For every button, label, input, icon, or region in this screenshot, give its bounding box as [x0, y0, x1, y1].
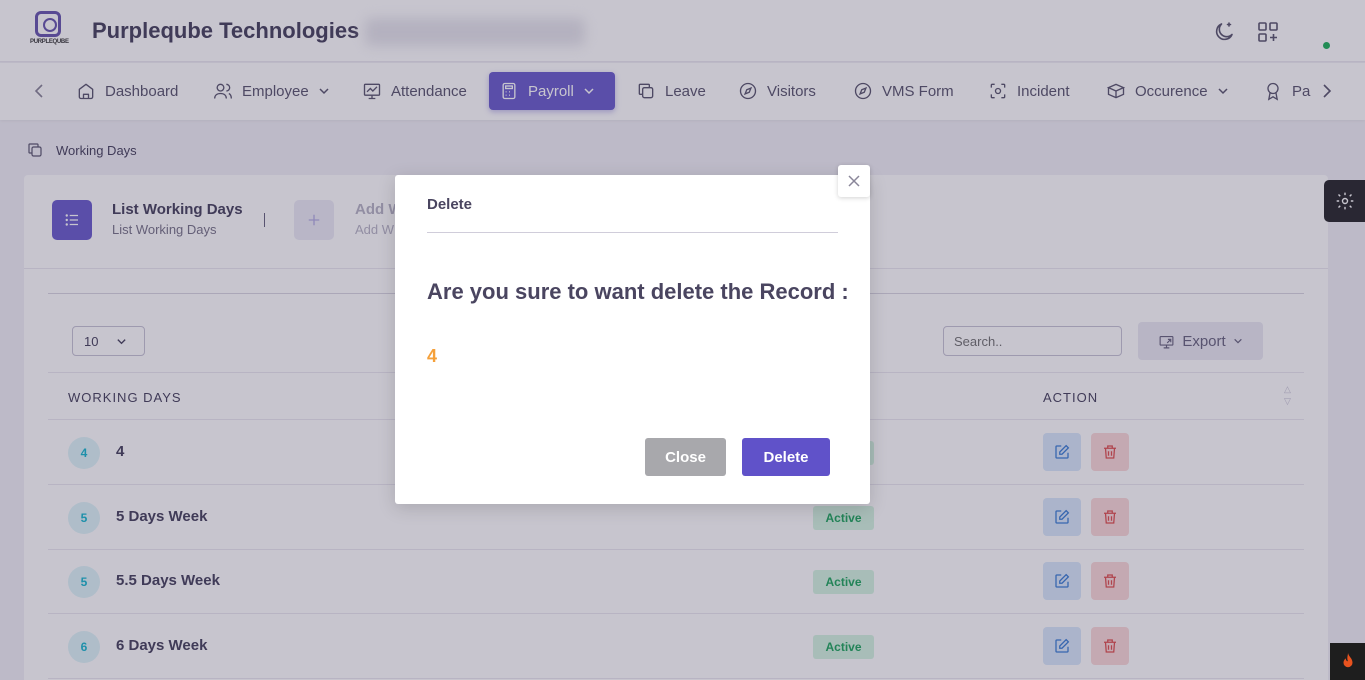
delete-modal: Delete Are you sure to want delete the R…	[395, 165, 870, 504]
modal-divider	[427, 232, 838, 233]
close-button[interactable]: Close	[645, 438, 726, 476]
confirm-delete-button[interactable]: Delete	[742, 438, 830, 476]
modal-title: Delete	[427, 196, 473, 213]
fire-widget[interactable]	[1330, 643, 1365, 680]
close-icon	[848, 175, 860, 187]
modal-record-value: 4	[427, 346, 438, 366]
modal-close-button[interactable]	[838, 165, 870, 197]
fire-icon	[1343, 652, 1352, 667]
modal-question: Are you sure to want delete the Record :	[427, 279, 849, 304]
